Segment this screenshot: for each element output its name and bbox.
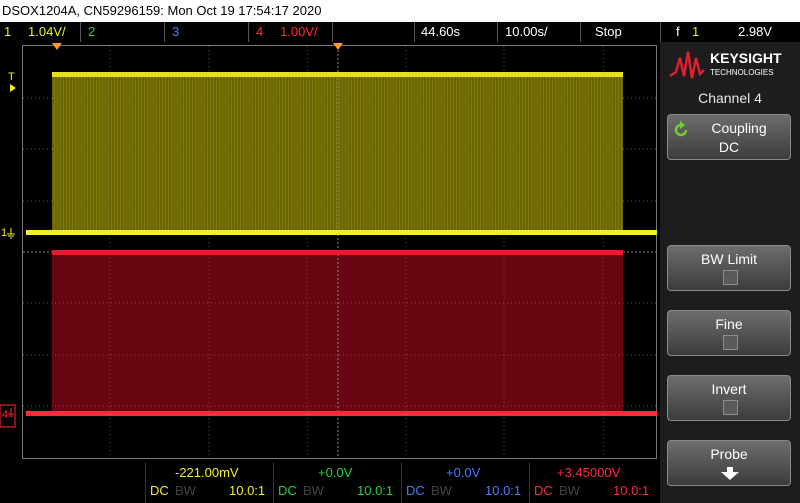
ch4-probe: 10.0:1 xyxy=(613,483,650,498)
ch1-number[interactable]: 1 xyxy=(4,24,11,39)
keysight-wave-icon xyxy=(669,51,705,79)
bw-limit-softkey[interactable]: BW Limit xyxy=(667,245,791,291)
ch2-number[interactable]: 2 xyxy=(88,24,95,39)
footer-divider xyxy=(529,462,530,503)
trigger-level-arrow-icon xyxy=(10,84,16,92)
trigger-source[interactable]: 1 xyxy=(692,24,699,39)
menu-title: Channel 4 xyxy=(698,90,762,106)
status-divider xyxy=(248,22,249,42)
ch3-probe: 10.0:1 xyxy=(485,483,522,498)
status-divider xyxy=(80,22,81,42)
invert-label: Invert xyxy=(711,381,747,397)
ch1-baseline-trace xyxy=(26,230,657,235)
bw-limit-label: BW Limit xyxy=(701,251,757,267)
brand-subtitle: TECHNOLOGIES xyxy=(710,68,774,77)
ch1-ground-marker[interactable]: 1 xyxy=(1,227,7,239)
ch4-top-trace xyxy=(52,250,623,255)
coupling-softkey[interactable]: Coupling DC xyxy=(667,114,791,160)
run-state: Stop xyxy=(595,24,622,39)
window-title: DSOX1204A, CN59296159: Mon Oct 19 17:54:… xyxy=(0,0,800,22)
status-divider xyxy=(332,22,333,42)
footer-divider xyxy=(145,462,146,503)
ch1-ground-icon xyxy=(7,228,15,239)
keysight-logo: KEYSIGHT TECHNOLOGIES xyxy=(669,50,782,79)
fine-checkbox[interactable] xyxy=(723,335,738,350)
ch1-top-trace xyxy=(52,72,623,77)
ch2-offset[interactable]: +0.0V xyxy=(318,465,352,480)
ch1-bw: BW xyxy=(175,483,196,498)
channel-info-bar: -221.00mV +0.0V +0.0V +3.45000V DC BW 10… xyxy=(0,462,660,503)
status-divider xyxy=(580,22,581,42)
ch4-bw: BW xyxy=(559,483,580,498)
ch4-ground-marker[interactable]: 4 xyxy=(2,409,8,421)
ch2-bw: BW xyxy=(303,483,324,498)
ch2-coupling: DC xyxy=(278,483,297,498)
submenu-arrow-icon xyxy=(721,467,739,480)
status-divider xyxy=(414,22,415,42)
status-divider xyxy=(164,22,165,42)
coupling-value: DC xyxy=(718,139,740,155)
trigger-level[interactable]: 2.98V xyxy=(738,24,772,39)
ch4-scale[interactable]: 1.00V/ xyxy=(280,24,318,39)
time-scale[interactable]: 10.00s/ xyxy=(505,24,548,39)
ch4-baseline-trace xyxy=(26,411,657,416)
ch1-probe: 10.0:1 xyxy=(229,483,266,498)
fine-softkey[interactable]: Fine xyxy=(667,310,791,356)
ch4-coupling: DC xyxy=(534,483,553,498)
fine-label: Fine xyxy=(715,316,743,332)
time-delay[interactable]: 44.60s xyxy=(421,24,460,39)
status-divider xyxy=(497,22,498,42)
probe-label: Probe xyxy=(710,446,748,462)
status-bar: 1 1.04V/ 2 3 4 1.00V/ 44.60s 10.00s/ Sto… xyxy=(0,22,800,42)
waveform-display[interactable]: T 1 4 xyxy=(0,42,657,462)
ch1-coupling: DC xyxy=(150,483,169,498)
invert-softkey[interactable]: Invert xyxy=(667,375,791,421)
trigger-level-marker[interactable]: T xyxy=(8,71,15,83)
ch4-ground-icon xyxy=(8,408,14,417)
ch3-coupling: DC xyxy=(406,483,425,498)
invert-checkbox[interactable] xyxy=(723,400,738,415)
ch4-offset[interactable]: +3.45000V xyxy=(557,465,620,480)
probe-softkey[interactable]: Probe xyxy=(667,440,791,486)
footer-divider xyxy=(401,462,402,503)
ch2-probe: 10.0:1 xyxy=(357,483,394,498)
trigger-slope-icon: f xyxy=(676,24,680,39)
ch3-number[interactable]: 3 xyxy=(172,24,179,39)
footer-divider xyxy=(273,462,274,503)
status-divider xyxy=(660,22,661,42)
ch3-bw: BW xyxy=(431,483,452,498)
coupling-label: Coupling xyxy=(711,120,767,136)
ch1-scale[interactable]: 1.04V/ xyxy=(28,24,66,39)
ch1-offset[interactable]: -221.00mV xyxy=(175,465,239,480)
bw-limit-checkbox[interactable] xyxy=(723,270,738,285)
ch4-number[interactable]: 4 xyxy=(256,24,263,39)
ch3-offset[interactable]: +0.0V xyxy=(446,465,480,480)
brand-name: KEYSIGHT xyxy=(710,50,782,66)
